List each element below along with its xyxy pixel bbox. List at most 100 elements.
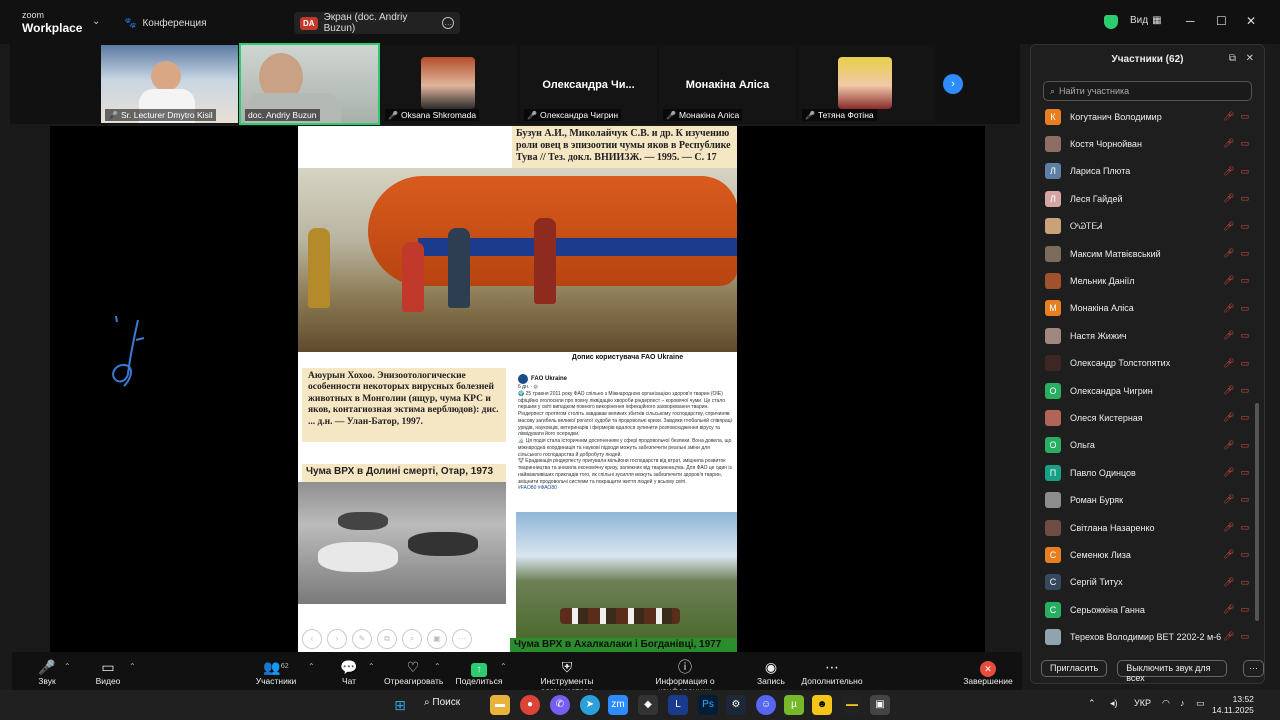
clock[interactable]: 13:52 14.11.2025 — [1212, 694, 1254, 716]
app-icon[interactable]: L — [668, 695, 688, 715]
shield-icon[interactable] — [1104, 15, 1118, 29]
participant-name: Роман Буряк — [1070, 495, 1124, 506]
mic-off-icon: 🎤︎ — [1223, 138, 1235, 149]
chevron-up-icon[interactable]: ⌃ — [129, 662, 136, 671]
chevron-up-icon[interactable]: ⌃ — [500, 662, 507, 671]
telegram-icon[interactable]: ➤ — [580, 695, 600, 715]
audio-button[interactable]: 🎤 Звук — [34, 658, 60, 686]
prev-icon[interactable]: ‹ — [302, 629, 322, 649]
participant-row[interactable]: ᎤᏊᎢᎬᏗ 🎤︎ ▭ — [1031, 213, 1253, 240]
app-icon[interactable]: ◆ — [638, 695, 658, 715]
status-icons: 🎤︎ ▭ — [1223, 248, 1249, 259]
scrollbar[interactable] — [1255, 403, 1259, 621]
video-tile[interactable]: 🎤 Oksana Shkromada — [381, 45, 518, 123]
participant-row[interactable]: Л Леся Гайдей 🎤︎ ▭ — [1031, 185, 1253, 212]
torrent-icon[interactable]: µ — [784, 695, 804, 715]
chevron-up-icon[interactable]: ⌃ — [64, 662, 71, 671]
chevron-up-icon[interactable]: ⌃ — [308, 662, 315, 671]
participant-row[interactable]: С Сергій Титух 🎤︎ ▭ — [1031, 569, 1253, 596]
steam-icon[interactable]: ⚙ — [726, 695, 746, 715]
video-tile[interactable]: Олександра Чи... 🎤 Олександра Чигрин — [520, 45, 657, 123]
participant-row[interactable]: О Олександра Чигрин 🎤︎ ▭ — [1031, 377, 1253, 404]
status-icons: 🎤︎ ▭ — [1223, 330, 1249, 341]
end-icon: ✕ — [962, 658, 1014, 677]
more-button[interactable]: ⋯ Дополнительно — [800, 658, 864, 686]
video-tile[interactable]: Монакіна Аліса 🎤 Монакіна Аліса — [659, 45, 796, 123]
view-button[interactable]: Вид ▦ — [1130, 15, 1162, 26]
participant-name: Костя Чорнойван — [1070, 139, 1142, 150]
chevron-up-icon[interactable]: ⌃ — [368, 662, 375, 671]
video-button[interactable]: ▭ Видео — [92, 658, 124, 686]
chat-icon: 💬 — [340, 659, 358, 675]
share-button[interactable]: ↑ Поделиться — [455, 658, 503, 686]
avatar — [421, 57, 475, 109]
participant-row[interactable]: Олеся Кистерная 🎤︎ ▭ — [1031, 404, 1253, 431]
chevron-up-icon[interactable]: ⌃ — [434, 662, 441, 671]
language-indicator[interactable]: УКР — [1134, 698, 1151, 708]
close-button[interactable]: ✕ — [1246, 14, 1256, 28]
zoom-icon[interactable]: zm — [608, 695, 628, 715]
copy-icon[interactable]: ⧉ — [377, 629, 397, 649]
end-button[interactable]: ✕ Завершение — [962, 658, 1014, 686]
participant-row[interactable]: Максим Матвієвський 🎤︎ ▭ — [1031, 240, 1253, 267]
chat-button[interactable]: 💬 Чат — [338, 658, 360, 686]
zoom-icon[interactable]: ⌕ — [402, 629, 422, 649]
mic-off-icon: 🎤︎ — [1223, 275, 1235, 286]
popout-icon[interactable]: ⧉ — [1229, 53, 1236, 64]
participants-button[interactable]: 👥62 Участники — [254, 658, 298, 686]
video-tile[interactable]: 🎤 Sr. Lecturer Dmytro Kisil — [101, 45, 238, 123]
more-icon[interactable]: ··· — [452, 629, 472, 649]
record-button[interactable]: ◉ Запись — [756, 658, 786, 686]
participant-row[interactable]: С Семенюк Лиза 🎤︎ ▭ — [1031, 541, 1253, 568]
video-icon[interactable]: ▣ — [427, 629, 447, 649]
participant-row[interactable]: М Монакіна Аліса 🎤︎ ▭ — [1031, 295, 1253, 322]
participant-row[interactable]: К Когутанич Володимир 🎤︎ ▭ — [1031, 103, 1253, 130]
more-button[interactable]: ··· — [1243, 660, 1264, 677]
search-input[interactable]: ⌕ Найти участника — [1043, 81, 1252, 101]
tab-conference[interactable]: 🐾 Конференция — [124, 12, 207, 34]
participant-row[interactable]: Мельник Даніїл 🎤︎ ▭ — [1031, 267, 1253, 294]
next-page-button[interactable]: › — [943, 74, 963, 94]
mute-all-button[interactable]: Выключить звук для всех — [1117, 660, 1227, 683]
windows-start-icon[interactable]: ⊞ — [390, 695, 410, 715]
minimize-button[interactable]: ─ — [1186, 14, 1195, 28]
file-explorer-icon[interactable]: ▬ — [490, 695, 510, 715]
close-icon[interactable]: ✕ — [1246, 53, 1254, 64]
more-icon[interactable]: … — [442, 17, 454, 29]
maximize-button[interactable]: ☐ — [1216, 14, 1227, 28]
participant-row[interactable]: С Серьожкіна Ганна 🎤︎ ▭ — [1031, 596, 1253, 623]
mic-off-icon: 🎤︎ — [1223, 494, 1235, 505]
video-tile[interactable]: 🎤 Тетяна Фотіна — [798, 45, 935, 123]
invite-button[interactable]: Пригласить — [1041, 660, 1108, 677]
viber-icon[interactable]: ✆ — [550, 695, 570, 715]
participant-row[interactable]: Олександр Толстопятих 🎤︎ ▭ — [1031, 350, 1253, 377]
chevron-down-icon[interactable]: ⌄ — [92, 16, 100, 27]
speaker-icon[interactable]: ◂) — [1110, 698, 1118, 709]
participant-row[interactable]: Терехов Володимир ВЕТ 2202-2 м-6 🎤︎ ▭ — [1031, 623, 1253, 650]
next-icon[interactable]: › — [327, 629, 347, 649]
participant-row[interactable]: Роман Буряк 🎤︎ ▭ — [1031, 486, 1253, 513]
status-icons: 🎤︎ ▭ — [1223, 467, 1249, 478]
participant-row[interactable]: Л Лариса Плюта 🎤︎ ▭ — [1031, 158, 1253, 185]
taskbar-search[interactable]: ⌕ Поиск — [424, 697, 460, 708]
tab-screen-share[interactable]: DA Экран (doc. Andriy Buzun) … — [294, 12, 460, 34]
participant-row[interactable]: О Ольга 🎤︎ ▭ — [1031, 432, 1253, 459]
participant-row[interactable]: П Павло Одинцов 🎤︎ ▭ — [1031, 459, 1253, 486]
app-icon[interactable]: ▣ — [870, 695, 890, 715]
chrome-icon[interactable]: ● — [520, 695, 540, 715]
photoshop-icon[interactable]: Ps — [698, 695, 718, 715]
participant-row[interactable]: Настя Жижич 🎤︎ ▭ — [1031, 322, 1253, 349]
app-icon[interactable]: ☻ — [812, 695, 832, 715]
wifi-icon[interactable]: ◠ — [1162, 698, 1170, 709]
participant-row[interactable]: Костя Чорнойван 🎤︎ ▭ — [1031, 130, 1253, 157]
discord-icon[interactable]: ☺ — [756, 695, 776, 715]
volume-icon[interactable]: ♪ — [1180, 698, 1185, 708]
app-icon[interactable]: ▬▬ — [842, 695, 862, 715]
pen-icon[interactable]: ✎ — [352, 629, 372, 649]
participant-row[interactable]: Світлана Назаренко 🎤︎ ▭ — [1031, 514, 1253, 541]
video-tile-active[interactable]: doc. Andriy Buzun — [239, 43, 380, 125]
participant-name: Світлана Назаренко — [1070, 522, 1155, 533]
tray-expand-icon[interactable]: ⌃ — [1088, 698, 1096, 709]
camera-off-icon: ▭ — [1240, 247, 1249, 258]
battery-icon[interactable]: ▭ — [1196, 698, 1205, 709]
